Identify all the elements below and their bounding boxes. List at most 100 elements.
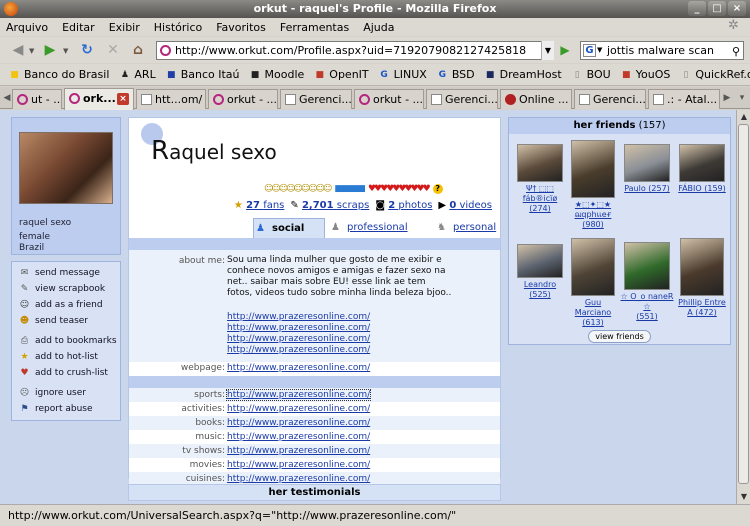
interest-link[interactable]: http://www.prazeresonline.com/ [225,389,372,401]
minimize-button[interactable]: _ [688,1,706,16]
browser-tab[interactable]: Gerenci... [574,89,646,109]
friend-name-link[interactable]: ☆ O_o naneR ☆ (551) [620,292,674,322]
friend-item[interactable]: ☆ O_o naneR ☆ (551) [620,242,674,322]
scroll-down-icon[interactable]: ▼ [738,491,750,503]
scrollbar-thumb[interactable] [738,124,749,484]
friend-photo[interactable] [571,140,615,198]
action-view-scrapbook[interactable]: ✎ view scrapbook [12,281,120,297]
photos-link[interactable]: 2 photos [388,200,432,211]
action-add-as-a-friend[interactable]: ☺ add as a friend [12,297,120,313]
friend-photo[interactable] [571,238,615,296]
close-tab-icon[interactable]: × [117,93,129,105]
tab-personal[interactable]: ♞ personal [435,218,499,238]
karma-help-icon[interactable]: ? [432,184,443,194]
friend-item[interactable]: FÁBIO (159) [675,144,729,194]
friend-photo[interactable] [517,144,563,182]
google-search-engine-icon[interactable]: G [583,44,596,57]
friend-photo[interactable] [517,244,563,278]
tab-scroll-left-icon[interactable]: ◀ [2,90,12,106]
friend-photo[interactable] [624,242,670,290]
action-send-message[interactable]: ✉ send message [12,265,120,281]
url-bar[interactable]: http://www.orkut.com/Profile.aspx?uid=71… [156,41,554,60]
friend-name-link[interactable]: ★⬚✦⬚★ ฌqphแeғ (980) [566,200,620,230]
menu-historico[interactable]: Histórico [154,21,202,34]
friend-item[interactable]: Paulo (257) [620,144,674,194]
testimonials-header[interactable]: her testimonials [128,484,501,501]
search-engine-dropdown-icon[interactable]: ▼ [597,42,602,59]
bookmark-item[interactable]: G LINUX [378,68,426,81]
menu-exibir[interactable]: Exibir [109,21,140,34]
bookmark-item[interactable]: ▯ QuickRef.org [679,68,750,81]
friend-photo[interactable] [624,144,670,182]
action-add-to-hot-list[interactable]: ★ add to hot-list [12,349,120,365]
friend-item[interactable]: Ψ† ⬚⬚ fáb®icïø (274) [513,144,567,214]
tab-social[interactable]: ♟ social [253,218,325,238]
forward-dropdown-icon[interactable]: ▼ [63,47,68,55]
action-report-abuse[interactable]: ⚑ report abuse [12,401,120,417]
interest-link[interactable]: http://www.prazeresonline.com/ [227,418,370,428]
bookmark-item[interactable]: ■ Banco do Brasil [8,68,109,81]
search-field[interactable]: G ▼ jottis malware scan ⚲ [580,41,744,60]
friend-name-link[interactable]: Leandro (525) [513,280,567,300]
browser-tab[interactable]: ut - ... [12,89,62,109]
action-add-to-bookmarks[interactable]: ⎙ add to bookmarks [12,333,120,349]
browser-tab[interactable]: Gerenci... [280,89,352,109]
menu-favoritos[interactable]: Favoritos [216,21,266,34]
friend-item[interactable]: Guu Marciano (613) [566,238,620,328]
friend-name-link[interactable]: Guu Marciano (613) [566,298,620,328]
friend-item[interactable]: Leandro (525) [513,244,567,300]
browser-tab[interactable]: .: - Atal... [648,89,720,109]
friend-photo[interactable] [680,238,724,296]
friend-item[interactable]: Phillip Entre A (472) [675,238,729,318]
vertical-scrollbar[interactable]: ▲ ▼ [736,110,750,504]
bookmark-item[interactable]: ▯ BOU [571,68,611,81]
view-friends-button[interactable]: view friends [588,330,651,343]
tab-professional[interactable]: ♟ professional [329,218,409,238]
bookmark-item[interactable]: ■ Banco Itaú [165,68,240,81]
browser-tab[interactable]: orkut - ... [208,89,278,109]
videos-link[interactable]: 0 videos [449,200,492,211]
back-dropdown-icon[interactable]: ▼ [29,47,34,55]
about-link[interactable]: http://www.prazeresonline.com/ [227,323,370,333]
home-icon[interactable]: ⌂ [128,40,148,60]
friend-name-link[interactable]: FÁBIO (159) [675,184,729,194]
profile-photo[interactable] [19,132,113,204]
reload-icon[interactable]: ↻ [77,40,97,60]
browser-tab[interactable]: Online ... [500,89,572,109]
action-add-to-crush-list[interactable]: ♥ add to crush-list [12,365,120,381]
friend-name-link[interactable]: Phillip Entre A (472) [675,298,729,318]
action-ignore-user[interactable]: ☹ ignore user [12,385,120,401]
about-link[interactable]: http://www.prazeresonline.com/ [227,345,370,355]
search-icon[interactable]: ⚲ [732,43,740,60]
friend-photo[interactable] [679,144,725,182]
about-link[interactable]: http://www.prazeresonline.com/ [227,312,370,322]
browser-tab[interactable]: Gerenci... [426,89,498,109]
about-link[interactable]: http://www.prazeresonline.com/ [227,334,370,344]
webpage-link[interactable]: http://www.prazeresonline.com/ [227,363,370,373]
action-send-teaser[interactable]: ☻ send teaser [12,313,120,329]
tab-list-icon[interactable]: ▾ [737,90,747,106]
fans-link[interactable]: 27 fans [246,200,284,211]
bookmark-item[interactable]: ■ OpenIT [313,68,369,81]
maximize-button[interactable]: □ [708,1,726,16]
friend-item[interactable]: ★⬚✦⬚★ ฌqphแeғ (980) [566,140,620,230]
forward-icon[interactable]: ▶ [40,40,60,60]
bookmark-item[interactable]: ■ YouOS [620,68,670,81]
stop-icon[interactable]: ✕ [103,40,123,60]
scroll-up-icon[interactable]: ▲ [738,111,750,123]
bookmark-item[interactable]: ■ DreamHost [484,68,562,81]
menu-arquivo[interactable]: Arquivo [6,21,48,34]
tab-scroll-right-icon[interactable]: ▶ [722,90,732,106]
bookmark-item[interactable]: ♟ ARL [118,68,156,81]
interest-link[interactable]: http://www.prazeresonline.com/ [227,460,370,470]
interest-link[interactable]: http://www.prazeresonline.com/ [227,474,370,484]
back-icon[interactable]: ◀ [8,40,28,60]
interest-link[interactable]: http://www.prazeresonline.com/ [227,404,370,414]
bookmark-item[interactable]: G BSD [436,68,475,81]
friend-name-link[interactable]: Paulo (257) [620,184,674,194]
menu-ferramentas[interactable]: Ferramentas [280,21,349,34]
browser-tab[interactable]: orkut - ... [354,89,424,109]
browser-tab[interactable]: htt...om/ [136,89,206,109]
bookmark-item[interactable]: ■ Moodle [249,68,305,81]
interest-link[interactable]: http://www.prazeresonline.com/ [227,432,370,442]
